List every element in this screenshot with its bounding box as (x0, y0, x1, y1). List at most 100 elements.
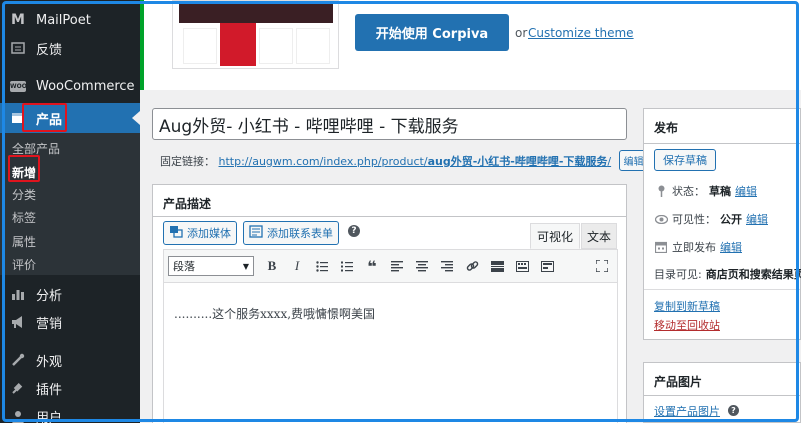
highlight-box-add-new (8, 155, 40, 182)
preview-card (259, 28, 293, 64)
product-title-input[interactable] (152, 108, 627, 140)
tab-visual[interactable]: 可视化 (530, 223, 580, 249)
divider (153, 216, 626, 217)
plug-icon (0, 381, 36, 395)
status-value: 草稿 (709, 185, 731, 198)
add-media-label: 添加媒体 (187, 227, 231, 240)
current-menu-arrow (132, 111, 140, 125)
help-icon[interactable]: ? (728, 405, 739, 416)
highlight-box-products (22, 103, 67, 132)
visibility-value: 公开 (720, 213, 742, 226)
submenu-categories[interactable]: 分类 (12, 186, 36, 203)
pin-icon (654, 185, 668, 197)
sidebar-item-users[interactable]: 用户 (0, 402, 140, 423)
sidebar-item-label: 分析 (36, 288, 63, 304)
divider (644, 395, 800, 396)
sidebar-item-label: WooCommerce (36, 78, 135, 94)
format-select[interactable]: 段落 ▼ (168, 256, 254, 276)
editor-toolbar: 段落 ▼ B I ❝ (163, 249, 618, 283)
status-row: 状态： 草稿 编辑 (654, 183, 757, 199)
customize-theme-link[interactable]: Customize theme (528, 26, 634, 40)
mailpoet-icon: M (11, 12, 25, 28)
save-draft-button[interactable]: 保存草稿 (654, 149, 716, 171)
preview-card (183, 28, 217, 64)
sidebar-item-analytics[interactable]: 分析 (0, 280, 140, 308)
eye-icon (654, 214, 668, 224)
preview-card (296, 28, 330, 64)
editor-content-area[interactable]: ..........这个服务xxxx,费哦慵憬啊美国 (163, 283, 618, 423)
numbered-list-icon[interactable] (336, 255, 358, 277)
help-icon[interactable]: ? (348, 225, 360, 237)
catalog-label: 目录可见: (654, 268, 702, 281)
publish-box: 发布 保存草稿 状态： 草稿 编辑 可见性： 公开 编辑 立即发布 编辑 目录可… (643, 108, 801, 340)
edit-date-link[interactable]: 编辑 (720, 239, 742, 255)
publish-date-row: 立即发布 编辑 (654, 239, 742, 255)
edit-status-link[interactable]: 编辑 (735, 183, 757, 199)
form-icon (249, 225, 263, 241)
bullet-list-icon[interactable] (311, 255, 333, 277)
status-label: 状态： (672, 185, 705, 198)
align-left-icon[interactable] (386, 255, 408, 277)
preview-card-active (220, 23, 256, 66)
product-image-box: 产品图片 设置产品图片 ? (643, 362, 801, 423)
catalog-visibility-row: 目录可见: 商店页和搜索结果页 (654, 266, 801, 282)
format-select-value: 段落 (173, 260, 195, 273)
theme-preview-image (172, 0, 339, 69)
sidebar-item-label: MailPoet (36, 12, 91, 28)
start-theme-button[interactable]: 开始使用 Corpiva (355, 14, 509, 51)
submenu-reviews[interactable]: 评价 (12, 256, 36, 273)
sidebar-item-label: 用户 (36, 410, 63, 423)
read-more-icon[interactable] (486, 255, 508, 277)
visibility-label: 可见性： (672, 213, 716, 226)
sidebar-item-label: 反馈 (36, 42, 63, 58)
add-contact-form-button[interactable]: 添加联系表单 (243, 221, 339, 245)
permalink-url[interactable]: http://augwm.com/index.php/product/aug外贸… (219, 155, 612, 168)
admin-sidebar: M MailPoet 反馈 WOO WooCommerce 产品 全部产品 新增… (0, 0, 140, 423)
preview-hero (179, 1, 333, 23)
editor-content-text: ..........这个服务xxxx,费哦慵憬啊美国 (174, 307, 376, 321)
product-image-heading: 产品图片 (654, 375, 703, 389)
publish-date-label: 立即发布 (672, 241, 716, 254)
product-description-box: 产品描述 添加媒体 添加联系表单 ? 可视化 文本 段落 ▼ B I ❝ ...… (152, 184, 627, 423)
sidebar-item-appearance[interactable]: 外观 (0, 346, 140, 374)
paintbrush-icon (0, 353, 36, 367)
form-embed-icon[interactable] (536, 255, 558, 277)
sidebar-item-products[interactable]: 产品 (0, 103, 140, 133)
visibility-row: 可见性： 公开 编辑 (654, 211, 768, 227)
feedback-icon (0, 41, 36, 55)
tab-text[interactable]: 文本 (581, 223, 617, 249)
permalink-row: 固定链接： http://augwm.com/index.php/product… (160, 150, 649, 171)
sidebar-item-woocommerce[interactable]: WOO WooCommerce (0, 72, 140, 100)
media-icon (169, 225, 183, 241)
publish-heading: 发布 (654, 121, 679, 135)
sidebar-item-plugins[interactable]: 插件 (0, 374, 140, 402)
analytics-icon (0, 287, 36, 301)
or-text: or (515, 26, 528, 40)
link-icon[interactable] (461, 255, 483, 277)
sidebar-item-label: 外观 (36, 354, 63, 370)
woocommerce-icon: WOO (10, 80, 27, 92)
align-center-icon[interactable] (411, 255, 433, 277)
sidebar-item-label: 营销 (36, 316, 63, 332)
align-right-icon[interactable] (436, 255, 458, 277)
edit-visibility-link[interactable]: 编辑 (746, 211, 768, 227)
set-product-image-link[interactable]: 设置产品图片 (654, 403, 720, 419)
sidebar-item-mailpoet[interactable]: M MailPoet (0, 6, 140, 34)
sidebar-item-marketing[interactable]: 营销 (0, 308, 140, 336)
submenu-attributes[interactable]: 属性 (12, 233, 36, 250)
move-to-trash-link[interactable]: 移动至回收站 (654, 317, 720, 333)
divider (644, 143, 800, 144)
editor-heading: 产品描述 (163, 197, 212, 211)
calendar-icon (654, 241, 668, 253)
copy-to-new-draft-link[interactable]: 复制到新草稿 (654, 298, 720, 314)
add-media-button[interactable]: 添加媒体 (163, 221, 237, 245)
quote-icon[interactable]: ❝ (361, 255, 383, 277)
toolbar-toggle-icon[interactable] (511, 255, 533, 277)
submenu-tags[interactable]: 标签 (12, 209, 36, 226)
italic-icon[interactable]: I (286, 255, 308, 277)
sidebar-item-feedback[interactable]: 反馈 (0, 34, 140, 62)
sidebar-item-label: 插件 (36, 382, 63, 398)
fullscreen-icon[interactable] (591, 255, 613, 277)
user-icon (0, 409, 36, 423)
bold-icon[interactable]: B (261, 255, 283, 277)
